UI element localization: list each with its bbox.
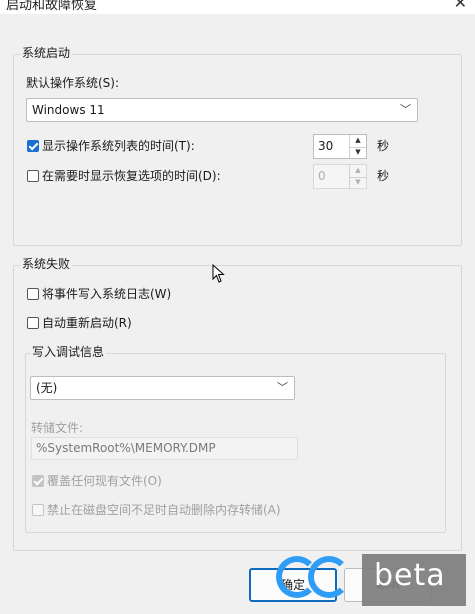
close-icon[interactable]: ✕ [454, 0, 467, 12]
spinner-down-icon[interactable]: ▼ [350, 177, 366, 189]
watermark-logo-icon [308, 556, 350, 598]
window-title: 启动和故障恢复 [6, 0, 98, 13]
default-os-label: 默认操作系统(S): [26, 76, 120, 90]
show-os-list-value[interactable]: 30 [318, 139, 333, 153]
show-recovery-checkbox[interactable] [27, 170, 39, 182]
write-event-checkbox[interactable] [27, 288, 39, 300]
system-startup-legend: 系统启动 [20, 46, 73, 60]
show-recovery-label: 在需要时显示恢复选项的时间(D): [42, 169, 221, 183]
show-os-list-spinner[interactable]: 30 ▲ ▼ [313, 134, 367, 159]
dump-file-field[interactable]: %SystemRoot%\MEMORY.DMP [31, 437, 298, 460]
disable-autodelete-checkbox[interactable] [32, 504, 44, 516]
write-event-label: 将事件写入系统日志(W) [42, 287, 172, 301]
watermark-text: beta [374, 558, 446, 593]
show-recovery-spinner[interactable]: 0 ▲ ▼ [313, 164, 367, 189]
mouse-pointer-icon [212, 264, 225, 283]
default-os-value: Windows 11 [32, 103, 105, 117]
show-recovery-unit: 秒 [377, 169, 390, 183]
spinner-down-icon[interactable]: ▼ [350, 147, 366, 159]
overwrite-label: 覆盖任何现有文件(O) [47, 474, 162, 488]
show-recovery-value[interactable]: 0 [318, 169, 326, 183]
overwrite-checkbox[interactable] [32, 475, 44, 487]
debug-info-value: (无) [36, 381, 58, 395]
watermark: beta [270, 552, 475, 614]
chevron-down-icon: ﹀ [277, 381, 288, 394]
show-os-list-unit: 秒 [377, 139, 390, 153]
default-os-select[interactable]: Windows 11 ﹀ [26, 98, 418, 122]
auto-restart-label: 自动重新启动(R) [42, 316, 132, 330]
disable-autodelete-label: 禁止在磁盘空间不足时自动删除内存转储(A) [47, 503, 281, 517]
dump-file-label: 转储文件: [31, 421, 84, 435]
show-os-list-checkbox[interactable] [27, 140, 39, 152]
show-os-list-label: 显示操作系统列表的时间(T): [42, 139, 195, 153]
debug-info-legend: 写入调试信息 [30, 345, 107, 359]
debug-info-select[interactable]: (无) ﹀ [30, 376, 295, 400]
auto-restart-checkbox[interactable] [27, 317, 39, 329]
title-bar: 启动和故障恢复 ✕ [0, 0, 475, 14]
chevron-down-icon: ﹀ [400, 103, 411, 116]
system-failure-legend: 系统失败 [20, 257, 73, 271]
